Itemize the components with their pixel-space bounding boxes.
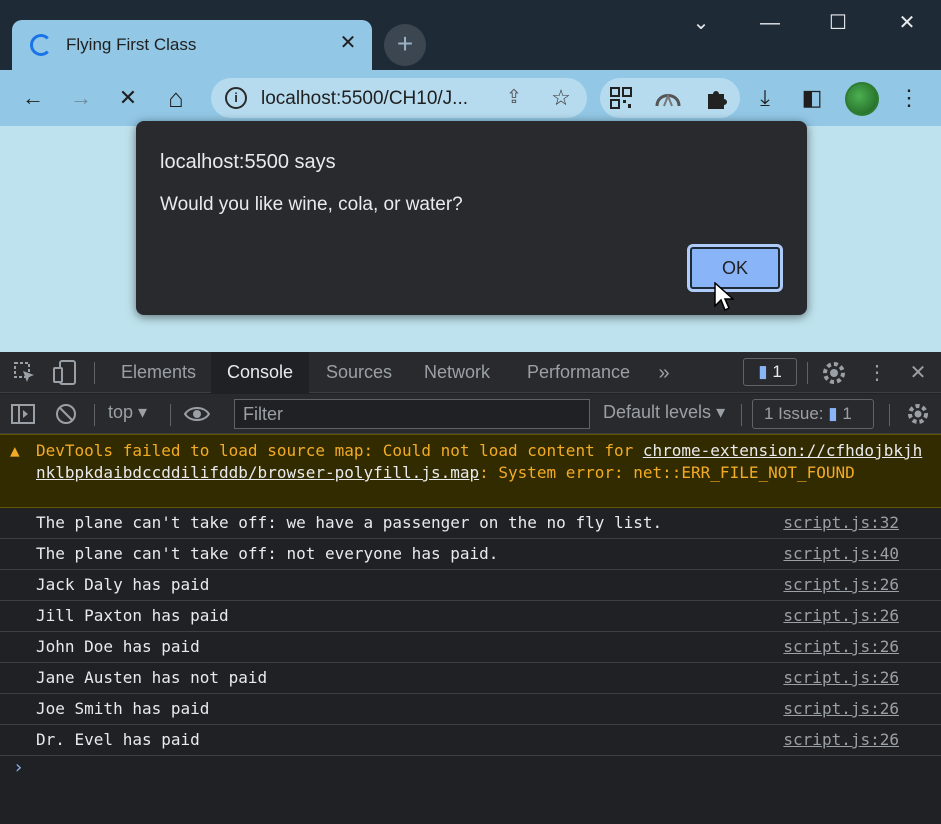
devtools-menu-icon[interactable]: ⋮	[864, 360, 890, 386]
inspect-element-icon[interactable]	[14, 362, 36, 384]
browser-tab[interactable]: Flying First Class ✕	[12, 20, 372, 72]
warning-icon: ▲	[10, 441, 20, 460]
alert-dialog: localhost:5500 says Would you like wine,…	[136, 121, 807, 315]
log-source-link[interactable]: script.js:32	[783, 513, 899, 532]
console-log-row: John Doe has paid script.js:26	[0, 632, 941, 663]
log-source-link[interactable]: script.js:40	[783, 544, 899, 563]
sourcemap-warning: ▲ DevTools failed to load source map: Co…	[0, 434, 941, 508]
toolbar-divider	[807, 362, 808, 384]
site-info-icon[interactable]: i	[225, 87, 247, 109]
issue-message-icon: ▮	[828, 404, 838, 423]
console-log-row: The plane can't take off: not everyone h…	[0, 539, 941, 570]
browser-window: Flying First Class ✕ + ⌄ — ☐ ✕ ← → ✕ ⌂ i…	[0, 0, 941, 824]
ok-button[interactable]: OK	[687, 244, 783, 292]
issues-button[interactable]: 1 Issue: ▮ 1	[752, 399, 874, 429]
log-message: Jill Paxton has paid	[36, 606, 229, 625]
issues-label: 1 Issue:	[764, 404, 824, 423]
console-settings-icon[interactable]	[906, 402, 930, 426]
download-icon[interactable]: ⤓	[749, 82, 781, 114]
console-log-row: The plane can't take off: we have a pass…	[0, 508, 941, 539]
minimize-button[interactable]: —	[750, 8, 790, 38]
tab-title: Flying First Class	[66, 35, 197, 54]
bookmark-star-icon[interactable]: ☆	[547, 84, 575, 112]
filter-input[interactable]: Filter	[234, 399, 590, 429]
log-source-link[interactable]: script.js:26	[783, 637, 899, 656]
profile-avatar[interactable]	[845, 82, 879, 116]
back-button[interactable]: ←	[17, 82, 49, 114]
tab-elements[interactable]: Elements	[105, 352, 212, 393]
log-source-link[interactable]: script.js:26	[783, 606, 899, 625]
console-log-row: Joe Smith has paid script.js:26	[0, 694, 941, 725]
tab-performance[interactable]: Performance	[511, 352, 646, 393]
more-tabs-icon[interactable]: »	[651, 360, 677, 386]
puzzle-extensions-icon[interactable]	[704, 86, 728, 110]
toolbar-divider	[889, 404, 890, 426]
tab-console[interactable]: Console	[211, 352, 310, 393]
dialog-title: localhost:5500 says	[160, 151, 336, 173]
context-select[interactable]: top ▾	[108, 402, 147, 423]
extensions-group	[600, 78, 740, 118]
new-tab-button[interactable]: +	[384, 24, 426, 66]
qr-code-icon[interactable]	[610, 87, 632, 109]
console-log-row: Dr. Evel has paid script.js:26	[0, 725, 941, 756]
tab-sources[interactable]: Sources	[310, 352, 408, 393]
loading-spinner-icon	[30, 34, 52, 56]
toolbar-divider	[94, 404, 95, 426]
log-message: Joe Smith has paid	[36, 699, 210, 718]
log-source-link[interactable]: script.js:26	[783, 730, 899, 749]
toolbar-divider	[741, 404, 742, 426]
settings-gear-icon[interactable]	[821, 360, 847, 386]
tab-close-icon[interactable]: ✕	[336, 31, 360, 55]
log-message: Dr. Evel has paid	[36, 730, 200, 749]
log-message: John Doe has paid	[36, 637, 200, 656]
address-bar[interactable]: i localhost:5500/CH10/J... ⇪ ☆	[211, 78, 587, 118]
log-message: Jack Daly has paid	[36, 575, 210, 594]
log-source-link[interactable]: script.js:26	[783, 699, 899, 718]
console-prompt[interactable]: ›	[13, 757, 24, 778]
message-icon: ▮	[758, 362, 768, 381]
log-message: Jane Austen has not paid	[36, 668, 268, 687]
close-window-button[interactable]: ✕	[887, 8, 927, 38]
home-button[interactable]: ⌂	[160, 82, 192, 114]
mouse-cursor-icon	[714, 282, 734, 312]
clear-console-icon[interactable]	[55, 403, 77, 425]
warning-message: DevTools failed to load source map: Coul…	[36, 441, 923, 482]
side-panel-icon[interactable]: ◧	[796, 82, 828, 114]
vpn-extension-icon[interactable]	[655, 86, 681, 110]
share-icon[interactable]: ⇪	[500, 84, 528, 112]
log-message: The plane can't take off: not everyone h…	[36, 544, 499, 563]
devtools-panel: Elements Console Sources Network Perform…	[0, 352, 941, 824]
messages-badge[interactable]: ▮ 1	[743, 358, 797, 386]
url-text[interactable]: localhost:5500/CH10/J...	[261, 88, 468, 110]
dialog-message: Would you like wine, cola, or water?	[160, 194, 463, 215]
stop-button[interactable]: ✕	[112, 82, 144, 114]
tab-search-button[interactable]: ⌄	[681, 8, 721, 38]
log-message: The plane can't take off: we have a pass…	[36, 513, 663, 532]
device-toolbar-icon[interactable]	[52, 360, 78, 386]
issues-count: 1	[842, 404, 852, 423]
browser-menu-icon[interactable]: ⋮	[893, 82, 925, 114]
console-log-row: Jane Austen has not paid script.js:26	[0, 663, 941, 694]
toolbar-divider	[170, 404, 171, 426]
log-source-link[interactable]: script.js:26	[783, 668, 899, 687]
title-bar: Flying First Class ✕ + ⌄ — ☐ ✕	[0, 0, 941, 72]
console-filter-bar: top ▾ Filter Default levels ▾ 1 Issue: ▮…	[0, 394, 941, 434]
browser-toolbar: ← → ✕ ⌂ i localhost:5500/CH10/J... ⇪ ☆ ⤓…	[0, 70, 941, 126]
maximize-button[interactable]: ☐	[818, 8, 858, 38]
console-log-row: Jill Paxton has paid script.js:26	[0, 601, 941, 632]
log-source-link[interactable]: script.js:26	[783, 575, 899, 594]
devtools-tab-bar: Elements Console Sources Network Perform…	[0, 352, 941, 393]
live-expression-eye-icon[interactable]	[184, 405, 210, 423]
toolbar-divider	[94, 362, 95, 384]
tab-network[interactable]: Network	[408, 352, 506, 393]
log-levels-select[interactable]: Default levels ▾	[603, 402, 725, 423]
forward-button[interactable]: →	[65, 82, 97, 114]
close-devtools-icon[interactable]: ✕	[905, 360, 931, 386]
message-count: 1	[772, 362, 782, 381]
console-log-row: Jack Daly has paid script.js:26	[0, 570, 941, 601]
sidebar-toggle-icon[interactable]	[11, 403, 35, 425]
